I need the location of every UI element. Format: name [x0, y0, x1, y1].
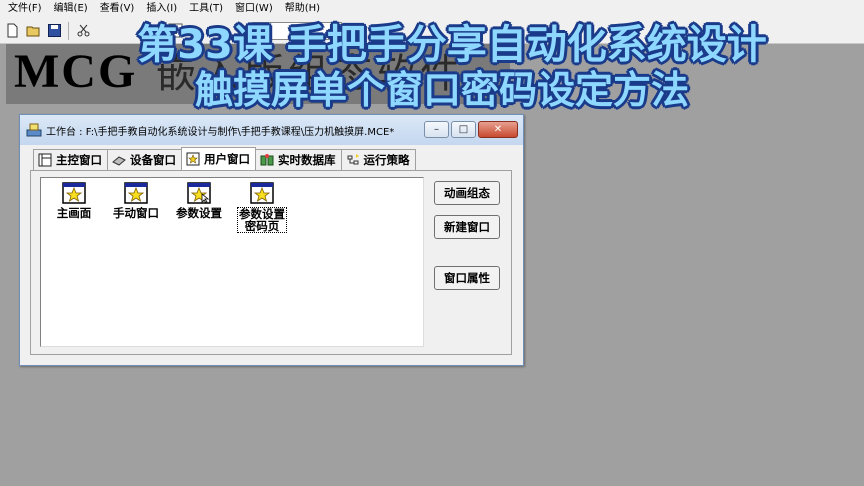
window-list-view[interactable]: 主画面 手动窗口 参数设置 参数设置 密码页 [40, 177, 424, 347]
tab-label: 运行策略 [363, 153, 410, 167]
window-controls: – □ ✕ [424, 121, 518, 138]
user-window-icon [250, 182, 274, 204]
menu-tools[interactable]: 工具(T) [183, 0, 229, 18]
minimize-button[interactable]: – [424, 121, 449, 138]
menu-window[interactable]: 窗口(W) [229, 0, 279, 18]
device-window-icon [112, 156, 126, 166]
tab-main-window[interactable]: 主控窗口 [33, 149, 108, 170]
tab-run-strategy[interactable]: 运行策略 [340, 149, 416, 170]
tab-label: 主控窗口 [56, 153, 102, 167]
window-titlebar[interactable]: 工作台 : F:\手把手教自动化系统设计与制作\手把手教课程\压力机触摸屏.MC… [20, 115, 523, 145]
workbench-icon [26, 123, 42, 137]
user-window-icon [187, 182, 211, 204]
main-window-icon [38, 153, 52, 167]
window-title: 工作台 : F:\手把手教自动化系统设计与制作\手把手教课程\压力机触摸屏.MC… [46, 126, 395, 138]
menu-help[interactable]: 帮助(H) [279, 0, 326, 18]
tab-realtime-db[interactable]: 实时数据库 [255, 149, 342, 170]
tab-label: 实时数据库 [278, 153, 336, 167]
window-item-parameters[interactable]: 参数设置 [167, 182, 231, 219]
close-button[interactable]: ✕ [478, 121, 518, 138]
window-item-label: 主画面 [56, 206, 92, 220]
menu-file[interactable]: 文件(F) [2, 0, 48, 18]
tab-label: 设备窗口 [130, 153, 176, 167]
workbench-tabs: 主控窗口 设备窗口 用户窗口 实时数据库 运行策略 [33, 147, 416, 170]
tab-user-window[interactable]: 用户窗口 [181, 147, 256, 170]
menu-bar: 文件(F) 编辑(E) 查看(V) 插入(I) 工具(T) 窗口(W) 帮助(H… [0, 0, 864, 18]
window-item-label-selected: 参数设置 密码页 [237, 207, 287, 233]
window-item-label: 手动窗口 [113, 206, 159, 220]
run-strategy-icon [347, 154, 359, 165]
restore-button[interactable]: □ [451, 121, 476, 138]
user-window-icon [186, 152, 200, 166]
window-item-password-page[interactable]: 参数设置 密码页 [230, 182, 294, 233]
menu-edit[interactable]: 编辑(E) [48, 0, 94, 18]
tab-device-window[interactable]: 设备窗口 [107, 149, 182, 170]
window-item-label-line2: 密码页 [244, 219, 280, 233]
window-item-label: 参数设置 [176, 206, 222, 220]
workbench-window: 工作台 : F:\手把手教自动化系统设计与制作\手把手教课程\压力机触摸屏.MC… [19, 114, 524, 366]
window-item-manual[interactable]: 手动窗口 [104, 182, 168, 219]
caption-line-2: 触摸屏单个窗口密码设定方法 [194, 68, 689, 112]
new-window-button[interactable]: 新建窗口 [434, 215, 500, 239]
window-item-main-screen[interactable]: 主画面 [42, 182, 106, 219]
realtime-db-icon [260, 154, 274, 166]
user-window-panel: 主画面 手动窗口 参数设置 参数设置 密码页 动画组态 新建窗口 窗口属性 [30, 170, 512, 355]
window-properties-button[interactable]: 窗口属性 [434, 266, 500, 290]
tab-label: 用户窗口 [204, 152, 250, 166]
caption-line-1: 第33课 手把手分享自动化系统设计 [137, 22, 767, 68]
menu-view[interactable]: 查看(V) [94, 0, 141, 18]
animation-config-button[interactable]: 动画组态 [434, 181, 500, 205]
user-window-icon [62, 182, 86, 204]
video-caption-overlay: 第33课 手把手分享自动化系统设计 触摸屏单个窗口密码设定方法 [0, 22, 864, 112]
menu-insert[interactable]: 插入(I) [140, 0, 183, 18]
user-window-icon [124, 182, 148, 204]
